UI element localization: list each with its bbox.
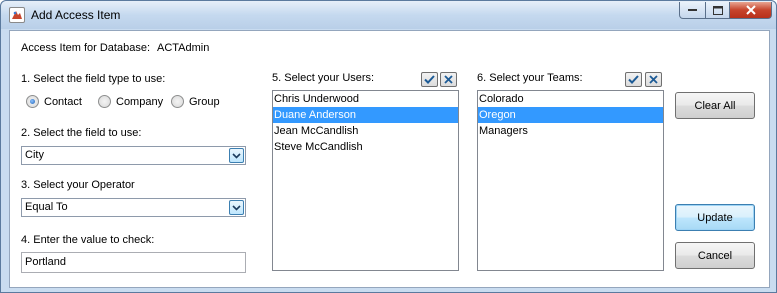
maximize-icon (712, 5, 723, 15)
x-icon (444, 75, 453, 84)
operator-select-value: Equal To (25, 201, 68, 213)
operator-label: 3. Select your Operator (21, 179, 135, 191)
title-bar[interactable]: Add Access Item (1, 1, 776, 29)
users-label: 5. Select your Users: (272, 72, 375, 84)
app-icon (9, 7, 25, 23)
minimize-icon (688, 9, 697, 11)
radio-label: Company (116, 95, 164, 108)
radio-button[interactable] (26, 95, 39, 108)
checkmark-icon (628, 75, 639, 84)
minimize-button[interactable] (679, 2, 706, 19)
dropdown-button[interactable] (229, 148, 244, 163)
close-button[interactable] (729, 2, 772, 19)
list-item[interactable]: Oregon (478, 107, 663, 123)
field-select[interactable]: City (21, 146, 246, 165)
update-button[interactable]: Update (675, 204, 755, 231)
field-select-value: City (25, 149, 44, 161)
x-icon (649, 75, 658, 84)
dialog-body: Access Item for Database: ACTAdmin 1. Se… (9, 30, 770, 288)
list-item[interactable]: Managers (478, 123, 663, 139)
cancel-button[interactable]: Cancel (675, 242, 755, 269)
radio-label: Contact (44, 95, 82, 108)
radio-company[interactable]: Company (98, 95, 163, 108)
radio-button[interactable] (171, 95, 184, 108)
radio-group[interactable]: Group (171, 95, 220, 108)
maximize-button[interactable] (705, 2, 730, 19)
radio-label: Group (189, 95, 220, 108)
value-label: 4. Enter the value to check: (21, 234, 155, 246)
radio-button[interactable] (98, 95, 111, 108)
list-item[interactable]: Jean McCandlish (273, 123, 458, 139)
list-item[interactable]: Chris Underwood (273, 91, 458, 107)
database-label: Access Item for Database: (21, 42, 150, 54)
checkmark-icon (424, 75, 435, 84)
select-all-teams-button[interactable] (625, 72, 642, 87)
dialog-window: Add Access Item Access Item for Database… (0, 0, 777, 293)
users-listbox[interactable]: Chris Underwood Duane Anderson Jean McCa… (272, 90, 459, 271)
chevron-down-icon (232, 204, 241, 211)
value-input[interactable]: Portland (21, 252, 246, 273)
clear-all-button[interactable]: Clear All (675, 92, 755, 119)
field-label: 2. Select the field to use: (21, 127, 142, 139)
operator-select[interactable]: Equal To (21, 198, 246, 217)
clear-users-button[interactable] (440, 72, 457, 87)
list-item[interactable]: Duane Anderson (273, 107, 458, 123)
clear-teams-button[interactable] (645, 72, 662, 87)
close-icon (745, 5, 756, 15)
select-all-users-button[interactable] (421, 72, 438, 87)
teams-label: 6. Select your Teams: (477, 72, 583, 84)
field-type-label: 1. Select the field type to use: (21, 73, 166, 85)
database-name: ACTAdmin (157, 42, 210, 54)
dropdown-button[interactable] (229, 200, 244, 215)
teams-listbox[interactable]: Colorado Oregon Managers (477, 90, 664, 271)
chevron-down-icon (232, 152, 241, 159)
list-item[interactable]: Colorado (478, 91, 663, 107)
list-item[interactable]: Steve McCandlish (273, 139, 458, 155)
radio-contact[interactable]: Contact (26, 95, 82, 108)
window-title: Add Access Item (31, 8, 121, 22)
